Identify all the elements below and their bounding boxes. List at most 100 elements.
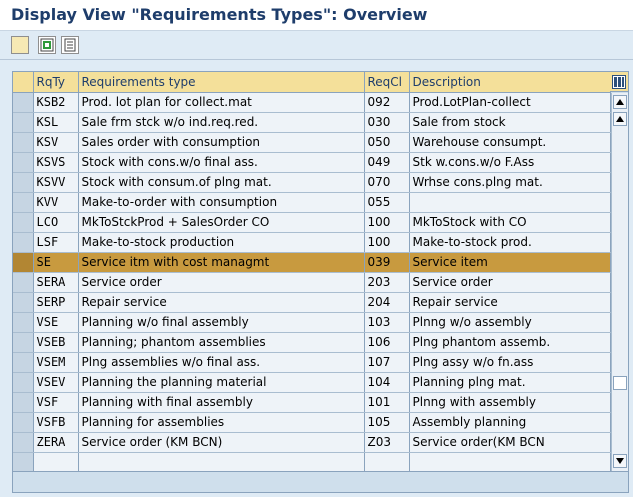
cell-reqcl[interactable]: [364, 452, 410, 473]
cell-description[interactable]: Service order(KM BCN: [409, 432, 611, 453]
cell-description[interactable]: Service item: [409, 252, 611, 273]
row-selector[interactable]: [13, 212, 34, 233]
row-selector[interactable]: [13, 172, 34, 193]
cell-requirements-type[interactable]: Service itm with cost managmt: [78, 252, 365, 273]
cell-requirements-type[interactable]: Prod. lot plan for collect.mat: [78, 92, 365, 113]
cell-requirements-type[interactable]: Planning for assemblies: [78, 412, 365, 433]
cell-description[interactable]: Plng assy w/o fn.ass: [409, 352, 611, 373]
table-settings-icon[interactable]: [610, 72, 628, 92]
cell-description[interactable]: Wrhse cons.plng mat.: [409, 172, 611, 193]
cell-requirements-type[interactable]: Planning w/o final assembly: [78, 312, 365, 333]
row-selector[interactable]: [13, 252, 34, 273]
table-row[interactable]: SERP Repair service 204 Repair service: [13, 292, 611, 313]
column-header-requirements-type[interactable]: Requirements type: [78, 72, 365, 93]
table-row[interactable]: VSFB Planning for assemblies 105 Assembly p…: [13, 412, 611, 433]
cell-reqcl[interactable]: 049: [364, 152, 410, 173]
cell-description[interactable]: Service order: [409, 272, 611, 293]
table-row[interactable]: LCO MkToStckProd + SalesOrder CO 100 MkToSt…: [13, 212, 611, 233]
table-row[interactable]: SE Service itm with cost managmt 039 Servic…: [13, 252, 611, 273]
cell-description[interactable]: [409, 192, 611, 213]
table-row[interactable]: KSV Sales order with consumption 050 Wareho…: [13, 132, 611, 153]
table-row[interactable]: KSVV Stock with consum.of plng mat. 070 Wrh…: [13, 172, 611, 193]
cell-rqty[interactable]: KVV: [33, 192, 79, 213]
cell-rqty[interactable]: KSVS: [33, 152, 79, 173]
cell-reqcl[interactable]: 092: [364, 92, 410, 113]
cell-requirements-type[interactable]: [78, 452, 365, 473]
cell-reqcl[interactable]: 105: [364, 412, 410, 433]
table-row[interactable]: VSEB Planning; phantom assemblies 106 Plng …: [13, 332, 611, 353]
cell-description[interactable]: Prod.LotPlan-collect: [409, 92, 611, 113]
row-selector[interactable]: [13, 132, 34, 153]
cell-description[interactable]: Sale from stock: [409, 112, 611, 133]
cell-rqty[interactable]: VSFB: [33, 412, 79, 433]
cell-rqty[interactable]: SE: [33, 252, 79, 273]
cell-reqcl[interactable]: 104: [364, 372, 410, 393]
table-row[interactable]: KSB2 Prod. lot plan for collect.mat 092 Pro…: [13, 92, 611, 113]
table-row[interactable]: ZERA Service order (KM BCN) Z03 Service ord…: [13, 432, 611, 453]
cell-requirements-type[interactable]: Sale frm stck w/o ind.req.red.: [78, 112, 365, 133]
row-selector[interactable]: [13, 412, 34, 433]
table-row[interactable]: VSEV Planning the planning material 104 Pla…: [13, 372, 611, 393]
cell-description[interactable]: [409, 452, 611, 473]
row-selector[interactable]: [13, 452, 34, 473]
cell-requirements-type[interactable]: Plng assemblies w/o final ass.: [78, 352, 365, 373]
cell-reqcl[interactable]: 107: [364, 352, 410, 373]
table-row[interactable]: VSE Planning w/o final assembly 103 Plnng w…: [13, 312, 611, 333]
cell-requirements-type[interactable]: Sales order with consumption: [78, 132, 365, 153]
select-all-column-header[interactable]: [13, 72, 34, 93]
row-selector[interactable]: [13, 312, 34, 333]
scroll-up-icon[interactable]: [613, 95, 627, 109]
cell-requirements-type[interactable]: Stock with cons.w/o final ass.: [78, 152, 365, 173]
row-selector[interactable]: [13, 152, 34, 173]
cell-rqty[interactable]: VSEV: [33, 372, 79, 393]
cell-reqcl[interactable]: 100: [364, 232, 410, 253]
table-row[interactable]: KSVS Stock with cons.w/o final ass. 049 Stk…: [13, 152, 611, 173]
cell-reqcl[interactable]: 030: [364, 112, 410, 133]
cell-requirements-type[interactable]: Make-to-stock production: [78, 232, 365, 253]
cell-reqcl[interactable]: 106: [364, 332, 410, 353]
cell-rqty[interactable]: VSEM: [33, 352, 79, 373]
cell-rqty[interactable]: VSF: [33, 392, 79, 413]
cell-requirements-type[interactable]: Stock with consum.of plng mat.: [78, 172, 365, 193]
cell-reqcl[interactable]: 204: [364, 292, 410, 313]
cell-requirements-type[interactable]: Service order: [78, 272, 365, 293]
cell-requirements-type[interactable]: Planning; phantom assemblies: [78, 332, 365, 353]
row-selector[interactable]: [13, 272, 34, 293]
row-selector[interactable]: [13, 232, 34, 253]
cell-rqty[interactable]: ZERA: [33, 432, 79, 453]
cell-requirements-type[interactable]: Planning with final assembly: [78, 392, 365, 413]
cell-requirements-type[interactable]: Repair service: [78, 292, 365, 313]
row-selector[interactable]: [13, 92, 34, 113]
table-row[interactable]: KVV Make-to-order with consumption 055: [13, 192, 611, 213]
column-header-reqcl[interactable]: ReqCl: [364, 72, 410, 93]
cell-description[interactable]: Make-to-stock prod.: [409, 232, 611, 253]
cell-rqty[interactable]: LSF: [33, 232, 79, 253]
scroll-thumb[interactable]: [613, 376, 627, 390]
row-selector[interactable]: [13, 432, 34, 453]
cell-rqty[interactable]: KSVV: [33, 172, 79, 193]
cell-description[interactable]: Plnng w/o assembly: [409, 312, 611, 333]
cell-description[interactable]: Warehouse consumpt.: [409, 132, 611, 153]
cell-requirements-type[interactable]: Planning the planning material: [78, 372, 365, 393]
cell-rqty[interactable]: KSV: [33, 132, 79, 153]
cell-reqcl[interactable]: 050: [364, 132, 410, 153]
row-selector[interactable]: [13, 392, 34, 413]
table-row[interactable]: VSEM Plng assemblies w/o final ass. 107 Pln…: [13, 352, 611, 373]
cell-description[interactable]: MkToStock with CO: [409, 212, 611, 233]
row-selector[interactable]: [13, 372, 34, 393]
table-row[interactable]: SERA Service order 203 Service order: [13, 272, 611, 293]
cell-rqty[interactable]: [33, 452, 79, 473]
table-row[interactable]: VSF Planning with final assembly 101 Plnng …: [13, 392, 611, 413]
row-selector[interactable]: [13, 292, 34, 313]
cell-requirements-type[interactable]: Service order (KM BCN): [78, 432, 365, 453]
cell-rqty[interactable]: KSB2: [33, 92, 79, 113]
blank-document-icon[interactable]: [11, 36, 29, 54]
cell-rqty[interactable]: SERP: [33, 292, 79, 313]
select-all-icon[interactable]: [38, 36, 56, 54]
vertical-scrollbar[interactable]: [611, 93, 628, 471]
cell-rqty[interactable]: VSE: [33, 312, 79, 333]
cell-reqcl[interactable]: 101: [364, 392, 410, 413]
print-list-icon[interactable]: [61, 36, 79, 54]
horizontal-scroll-area[interactable]: [13, 471, 628, 492]
row-selector[interactable]: [13, 332, 34, 353]
